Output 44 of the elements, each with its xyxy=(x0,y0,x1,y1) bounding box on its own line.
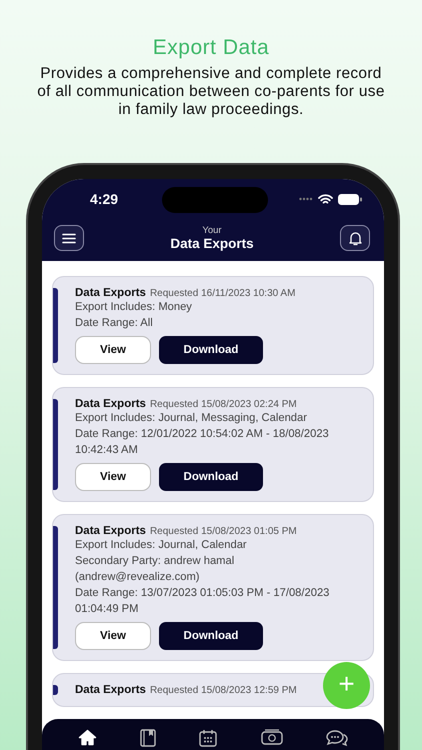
journal-tab[interactable] xyxy=(140,729,156,747)
book-icon xyxy=(140,729,156,747)
home-icon xyxy=(78,729,97,746)
calendar-tab[interactable] xyxy=(199,729,218,747)
export-detail: Export Includes: Journal, Messaging, Calendar xyxy=(75,411,308,426)
view-button[interactable]: View xyxy=(75,463,151,491)
menu-icon xyxy=(62,232,76,244)
view-button[interactable]: View xyxy=(75,336,151,364)
export-title: Data Exports xyxy=(75,398,146,410)
promo-title: Export Data xyxy=(152,36,270,60)
export-detail: Export Includes: Money xyxy=(75,300,193,315)
download-button[interactable]: Download xyxy=(159,622,263,650)
view-button[interactable]: View xyxy=(75,622,151,650)
chat-tab[interactable] xyxy=(326,729,348,747)
money-tab[interactable] xyxy=(260,729,283,745)
calendar-icon xyxy=(199,729,218,747)
download-button[interactable]: Download xyxy=(159,336,263,364)
signal-icon xyxy=(299,197,313,201)
export-detail: Date Range: All xyxy=(75,316,154,331)
export-title: Data Exports xyxy=(75,287,146,299)
requested-date: Requested 15/08/2023 02:24 PM xyxy=(150,399,297,410)
cash-icon xyxy=(260,729,283,745)
requested-date: Requested 15/08/2023 12:59 PM xyxy=(150,685,297,696)
menu-button[interactable] xyxy=(54,225,84,251)
card-accent xyxy=(53,685,58,695)
export-detail: Date Range: 12/01/2022 10:54:02 AM - 18/08/2023 10:42:43 AM xyxy=(75,427,330,458)
export-title: Data Exports xyxy=(75,684,146,696)
export-detail: Export Includes: Journal, Calendar xyxy=(75,538,248,553)
export-title: Data Exports xyxy=(75,525,146,537)
home-tab[interactable] xyxy=(78,729,97,746)
requested-date: Requested 15/08/2023 01:05 PM xyxy=(150,526,297,537)
bell-icon xyxy=(348,230,362,246)
header-title: Data Exports xyxy=(170,236,254,251)
export-detail: Secondary Party: andrew hamal (andrew@revealize.com) xyxy=(75,554,236,585)
download-button[interactable]: Download xyxy=(159,463,263,491)
wifi-icon xyxy=(318,194,333,204)
requested-date: Requested 16/11/2023 10:30 AM xyxy=(150,288,296,299)
notifications-button[interactable] xyxy=(340,225,370,251)
chat-icon xyxy=(326,729,348,747)
header-subtitle: Your xyxy=(202,225,222,236)
battery-icon xyxy=(338,194,362,204)
status-time: 4:29 xyxy=(90,191,118,207)
promo-description: Provides a comprehensive and complete record of all communication between co-parents for use in family law proceedings. xyxy=(36,65,386,119)
export-detail: Date Range: 13/07/2023 01:05:03 PM - 17/08/2023 01:04:49 PM xyxy=(75,586,330,617)
